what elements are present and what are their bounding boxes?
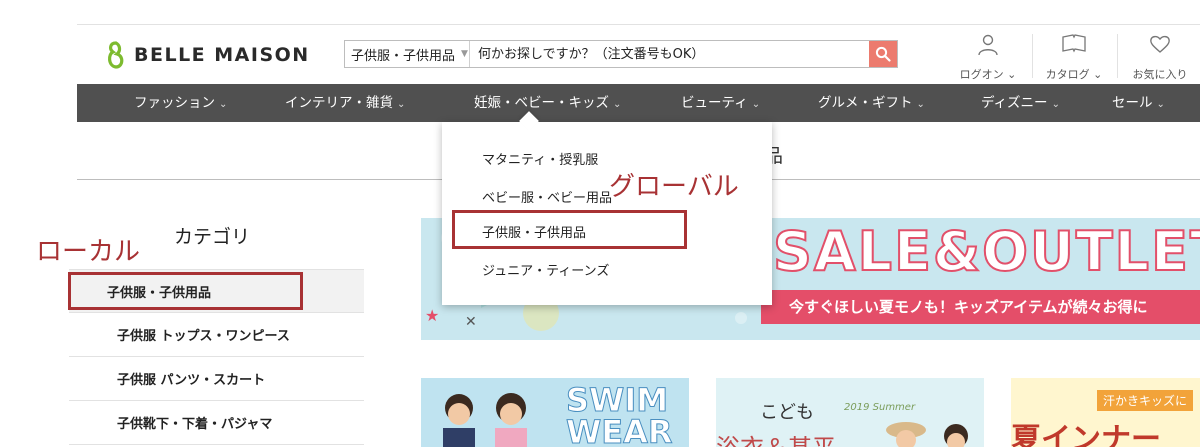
category-item-pants-skirt[interactable]: 子供服 パンツ・スカート	[69, 357, 364, 401]
chevron-down-icon: ⌄	[613, 99, 622, 110]
nav-item-fashion[interactable]: ファッション ⌄	[134, 84, 227, 122]
promo-card-swimwear[interactable]: SWIM WEAR	[421, 378, 689, 447]
banner-subtitle: 今すぐほしい夏モノも！キッズアイテムが続々お得に	[789, 298, 1148, 316]
search-category-label: 子供服・子供用品	[351, 48, 456, 64]
chevron-down-icon: ⌄	[397, 99, 406, 110]
login-menu[interactable]: ログオン ⌄	[955, 34, 1021, 82]
belle-maison-logo-icon	[108, 41, 124, 69]
util-divider	[1117, 34, 1118, 78]
card-subtitle: 夏インナー	[1011, 422, 1161, 447]
heart-icon	[1150, 35, 1170, 53]
chevron-down-icon: ⌄	[1051, 99, 1060, 110]
category-title: カテゴリ	[174, 226, 251, 248]
util-divider	[1032, 34, 1033, 78]
category-item-tops-onepiece[interactable]: 子供服 トップス・ワンピース	[69, 313, 364, 357]
chevron-down-icon: ⌄	[219, 99, 228, 110]
search-category-select[interactable]: 子供服・子供用品 ▼	[345, 41, 470, 67]
global-nav: ファッション ⌄ インテリア・雑貨 ⌄ 妊娠・ベビー・キッズ ⌄ ビューティ ⌄ グルメ…	[77, 84, 1200, 122]
search-bar: 子供服・子供用品 ▼	[344, 40, 898, 68]
dropdown-item-maternity[interactable]: マタニティ・授乳服	[482, 149, 598, 168]
global-highlight-box	[452, 210, 687, 249]
local-annotation-label: ローカル	[36, 237, 141, 267]
cross-icon: ✕	[465, 314, 477, 330]
book-icon	[1062, 34, 1086, 53]
favorites-link[interactable]: お気に入り	[1128, 34, 1192, 82]
category-item-underwear-pajama[interactable]: 子供靴下・下着・パジャマ	[69, 401, 364, 445]
catalog-menu[interactable]: カタログ ⌄	[1043, 34, 1105, 82]
chevron-down-icon: ▼	[461, 49, 468, 59]
brand-logo[interactable]: BELLE MAISON	[106, 38, 310, 72]
nav-item-gourmet-gift[interactable]: グルメ・ギフト ⌄	[818, 84, 925, 122]
promo-card-yukata[interactable]: こども 2019 Summer 浴衣＆甚平	[716, 378, 984, 447]
global-annotation-label: グローバル	[609, 172, 739, 202]
local-highlight-box	[68, 272, 303, 310]
nav-item-sale[interactable]: セール ⌄	[1112, 84, 1165, 122]
chevron-down-icon: ⌄	[1156, 99, 1165, 110]
kids-photo-icon	[886, 422, 968, 447]
header-top-border	[77, 24, 1200, 25]
promo-card-inner[interactable]: 汗かきキッズに 夏インナー	[1011, 378, 1200, 447]
star-icon: ★	[425, 306, 440, 325]
kids-photo-icon	[443, 393, 527, 447]
dropdown-item-baby[interactable]: ベビー服・ベビー用品	[482, 187, 612, 206]
nav-item-interior[interactable]: インテリア・雑貨 ⌄	[285, 84, 405, 122]
catalog-label: カタログ ⌄	[1045, 68, 1103, 81]
card-tag: 2019 Summer	[844, 402, 916, 413]
card-title: こども	[760, 402, 814, 423]
banner-title: SALE&OUTLET	[772, 219, 1200, 284]
search-icon	[875, 46, 891, 62]
card-subtitle: 浴衣＆甚平	[716, 428, 836, 447]
card-tag: 汗かきキッズに	[1097, 390, 1194, 411]
brand-logo-text: BELLE MAISON	[134, 44, 310, 66]
search-input[interactable]	[470, 41, 869, 67]
login-label: ログオン ⌄	[959, 68, 1017, 81]
card-title: SWIM WEAR	[566, 381, 674, 447]
nav-item-beauty[interactable]: ビューティ ⌄	[681, 84, 760, 122]
chevron-down-icon: ⌄	[751, 99, 761, 110]
dropdown-item-junior[interactable]: ジュニア・ティーンズ	[482, 260, 609, 279]
search-button[interactable]	[869, 41, 897, 67]
nav-item-disney[interactable]: ディズニー ⌄	[981, 84, 1060, 122]
favorites-label: お気に入り	[1132, 68, 1188, 81]
chevron-down-icon: ⌄	[916, 99, 925, 110]
user-icon	[978, 34, 998, 56]
nav-item-maternity-baby-kids[interactable]: 妊娠・ベビー・キッズ ⌄	[474, 84, 621, 122]
